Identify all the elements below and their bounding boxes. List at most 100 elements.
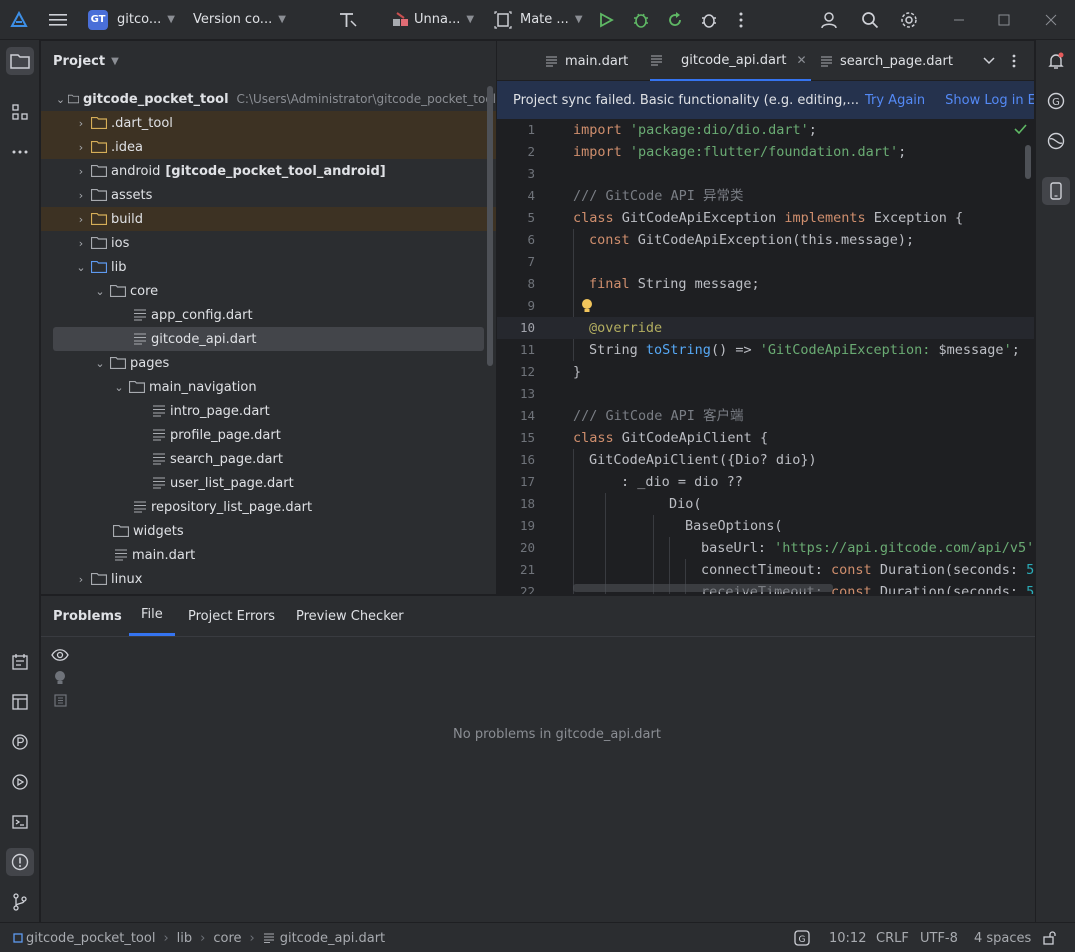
chevron-right-icon[interactable]: ›	[73, 117, 89, 130]
project-tool-folder-icon[interactable]	[6, 47, 34, 75]
app-logo-icon[interactable]	[10, 0, 28, 40]
more-actions-icon[interactable]	[738, 0, 744, 40]
breadcrumb-item[interactable]: core	[213, 931, 241, 946]
chevron-right-icon[interactable]: ›	[73, 213, 89, 226]
chevron-right-icon[interactable]: ›	[73, 237, 89, 250]
chevron-down-icon[interactable]: ⌄	[73, 261, 89, 274]
main-menu-icon[interactable]	[49, 0, 67, 40]
tree-item-gitcode-api[interactable]: gitcode_api.dart	[53, 327, 484, 351]
tree-item-pages[interactable]: ⌄ pages	[41, 351, 496, 375]
show-log-link[interactable]: Show Log in Explorer	[945, 93, 1034, 108]
run-icon[interactable]	[598, 0, 614, 40]
close-window-icon[interactable]	[1045, 0, 1057, 40]
try-again-link[interactable]: Try Again	[865, 93, 925, 108]
chevron-right-icon: ›	[163, 930, 169, 946]
tab-list-chevron-icon[interactable]	[983, 41, 995, 81]
vcs-selector[interactable]: Version co... ▼	[193, 0, 286, 40]
tree-root[interactable]: ⌄ gitcode_pocket_tool C:\Users\Administr…	[41, 87, 496, 111]
tree-item-profile-page[interactable]: profile_page.dart	[41, 423, 496, 447]
editor-scrollbar[interactable]	[1025, 145, 1031, 179]
tree-item-idea[interactable]: › .idea	[41, 135, 496, 159]
git-branch-icon[interactable]	[6, 888, 34, 916]
chevron-down-icon[interactable]: ⌄	[55, 93, 66, 106]
tree-item-widgets[interactable]: widgets	[41, 519, 496, 543]
device-preview-icon[interactable]	[1042, 177, 1070, 205]
preview-icon[interactable]	[54, 694, 67, 707]
tree-item-main-dart[interactable]: main.dart	[41, 543, 496, 567]
code-area[interactable]: 1 import 'package:dio/dio.dart'; 2 import …	[497, 119, 1034, 594]
more-tools-icon[interactable]	[6, 138, 34, 166]
tree-item-main-navigation[interactable]: ⌄ main_navigation	[41, 375, 496, 399]
project-scrollbar[interactable]	[487, 86, 493, 366]
tree-item-intro-page[interactable]: intro_page.dart	[41, 399, 496, 423]
minimize-window-icon[interactable]	[953, 0, 965, 40]
settings-gear-icon[interactable]	[900, 0, 918, 40]
gemini-assistant-icon[interactable]: G	[1042, 87, 1070, 115]
chevron-down-icon[interactable]: ⌄	[92, 285, 108, 298]
notifications-bell-icon[interactable]	[1042, 47, 1070, 75]
todo-icon[interactable]	[6, 648, 34, 676]
tree-item-app-config[interactable]: app_config.dart	[41, 303, 496, 327]
layout-inspector-icon[interactable]	[6, 688, 34, 716]
chevron-right-icon[interactable]: ›	[73, 189, 89, 202]
caret-position[interactable]: 10:12	[829, 923, 866, 952]
maximize-window-icon[interactable]	[998, 0, 1010, 40]
tab-gitcode-api-dart[interactable]: gitcode_api.dart ✕	[650, 41, 811, 81]
tab-search-page-dart[interactable]: search_page.dart	[820, 41, 953, 81]
device-manager-icon[interactable]	[1042, 127, 1070, 155]
tab-file[interactable]: File	[129, 596, 175, 636]
tab-project-errors[interactable]: Project Errors	[188, 596, 275, 636]
dart-file-icon	[153, 477, 165, 489]
chevron-right-icon[interactable]: ›	[73, 573, 89, 586]
breadcrumb-item[interactable]: gitcode_pocket_tool	[26, 931, 155, 946]
run-config-selector[interactable]: Unna... ▼	[392, 0, 474, 40]
tree-item-ios[interactable]: › ios	[41, 231, 496, 255]
chevron-right-icon[interactable]: ›	[73, 165, 89, 178]
tree-item-lib[interactable]: ⌄ lib	[41, 255, 496, 279]
breadcrumb-item[interactable]: gitcode_api.dart	[280, 931, 385, 946]
attach-debugger-icon[interactable]	[700, 0, 718, 40]
account-icon[interactable]	[820, 0, 838, 40]
tree-item-android[interactable]: › android [gitcode_pocket_tool_android]	[41, 159, 496, 183]
tab-more-icon[interactable]	[1012, 41, 1016, 81]
close-tab-icon[interactable]: ✕	[796, 53, 806, 67]
tree-item-build[interactable]: › build	[41, 207, 496, 231]
line-ending[interactable]: CRLF	[876, 923, 909, 952]
tree-item-dart-tool[interactable]: › .dart_tool	[41, 111, 496, 135]
rerun-icon[interactable]	[666, 0, 684, 40]
tab-label: gitcode_api.dart	[681, 52, 787, 68]
tree-item-assets[interactable]: › assets	[41, 183, 496, 207]
profiler-icon[interactable]	[6, 728, 34, 756]
tree-item-search-page[interactable]: search_page.dart	[41, 447, 496, 471]
project-selector[interactable]: GT gitco... ▼	[88, 0, 175, 40]
chevron-right-icon[interactable]: ›	[73, 141, 89, 154]
terminal-icon[interactable]	[6, 808, 34, 836]
tab-main-dart[interactable]: main.dart	[545, 41, 628, 81]
chevron-down-icon[interactable]: ⌄	[111, 381, 127, 394]
lightbulb-icon[interactable]	[581, 298, 593, 314]
eye-icon[interactable]	[51, 648, 69, 662]
indent-setting[interactable]: 4 spaces	[974, 923, 1031, 952]
project-panel-header[interactable]: Project ▼	[41, 41, 496, 81]
device-selector[interactable]: Mate ... ▼	[494, 0, 583, 40]
lightbulb-icon[interactable]	[54, 670, 66, 686]
tree-item-user-list-page[interactable]: user_list_page.dart	[41, 471, 496, 495]
tab-preview-checker[interactable]: Preview Checker	[296, 596, 404, 636]
run-services-icon[interactable]	[6, 768, 34, 796]
code-token: }	[573, 364, 582, 380]
gemini-status-icon[interactable]: G	[794, 923, 810, 952]
text-tool-icon[interactable]	[338, 0, 358, 40]
editor-horizontal-scrollbar[interactable]	[573, 584, 833, 592]
tree-item-core[interactable]: ⌄ core	[41, 279, 496, 303]
tree-item-repository-list-page[interactable]: repository_list_page.dart	[41, 495, 496, 519]
no-errors-check-icon[interactable]	[1014, 124, 1027, 135]
structure-icon[interactable]	[6, 98, 34, 126]
chevron-down-icon[interactable]: ⌄	[92, 357, 108, 370]
read-only-lock-icon[interactable]	[1043, 923, 1057, 952]
problems-icon[interactable]	[6, 848, 34, 876]
tree-item-linux[interactable]: › linux	[41, 567, 496, 591]
search-icon[interactable]	[861, 0, 879, 40]
breadcrumb-item[interactable]: lib	[177, 931, 192, 946]
file-encoding[interactable]: UTF-8	[920, 923, 958, 952]
debug-icon[interactable]	[632, 0, 650, 40]
